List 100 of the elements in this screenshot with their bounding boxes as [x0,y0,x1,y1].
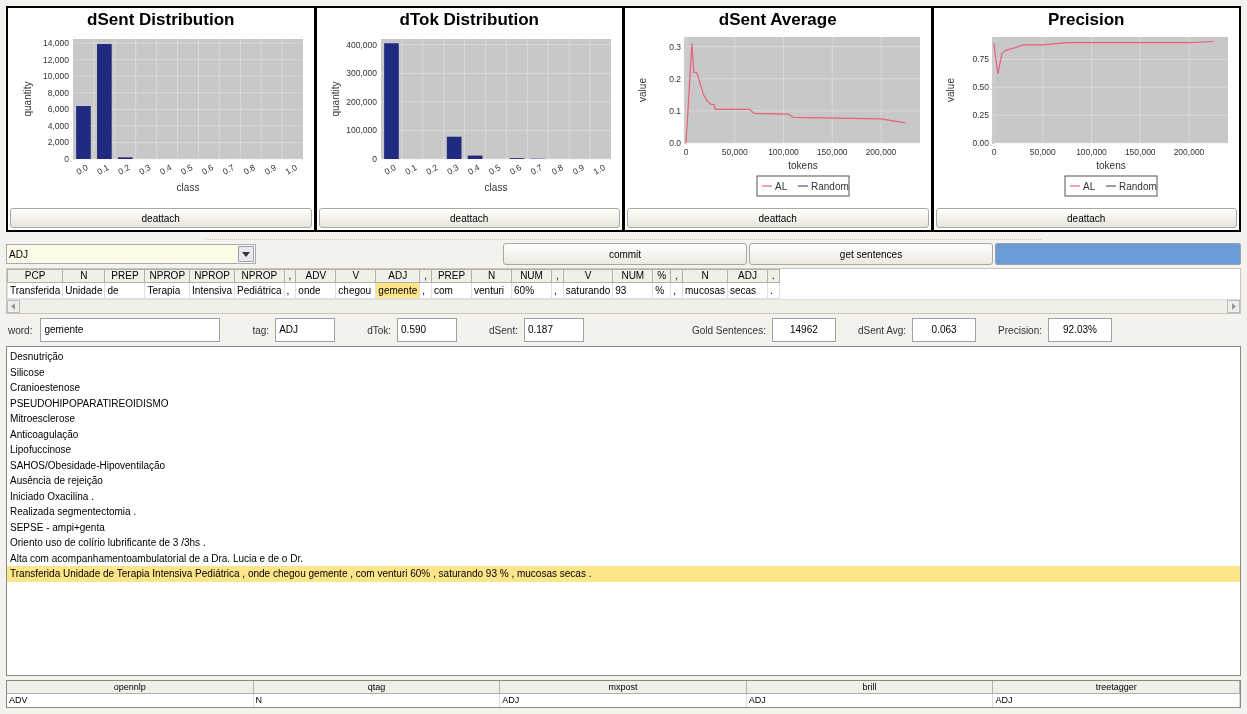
sentence-item[interactable]: Desnutrição [7,349,1240,365]
column-header: treetagger [993,681,1240,694]
chart-title: dTok Distribution [399,9,539,31]
get-sentences-button[interactable]: get sentences [749,243,993,265]
tick-label: 0.5 [178,162,194,177]
tick-label: 0.1 [95,162,111,177]
tick-label: 6,000 [47,104,69,115]
tag-dropdown[interactable]: ADJ [6,244,256,264]
column-header: PREP [105,269,145,283]
sentence-item[interactable]: Silicose [7,364,1240,380]
tick-label: 0.7 [529,162,545,177]
tick-label: 200,000 [865,147,897,157]
column-header: , [284,269,296,283]
table-cell: ADJ [500,694,747,707]
axis-title: quantity [21,81,33,117]
legend-label: Random [1119,181,1158,192]
chart-title: Precision [1047,9,1125,31]
tick-label: 0.9 [570,162,587,177]
tick-label: 0.0 [382,162,398,177]
column-header: NUM [612,269,653,283]
sentence-item[interactable]: Lipofuccinose [7,442,1240,458]
sentence-item[interactable]: Cranioestenose [7,380,1240,396]
input-field[interactable]: gemente [40,318,221,342]
tick-label: 0 [991,147,997,157]
sentence-item[interactable]: SEPSE - ampi+genta [7,519,1240,535]
sentence-item[interactable]: Alta com acompanhamentoambulatorial de a Dra. Lucia e de o Dr. [7,550,1240,566]
tick-label: 0 [372,154,378,164]
tick-label: 0.1 [668,105,681,116]
tick-label: 0.4 [157,162,174,177]
token-cell[interactable]: , [284,282,296,299]
column-header: mxpost [500,681,747,694]
field-label: dSent Avg: [857,323,907,338]
deattach-button[interactable]: deattach [935,208,1237,228]
input-field[interactable]: 0.063 [912,318,977,342]
input-field[interactable]: ADJ [275,318,336,342]
column-header: NUM [511,269,552,283]
sentence-item[interactable]: Iniciado Oxacilina . [7,488,1240,504]
deattach-button[interactable]: deattach [627,208,929,228]
tick-label: 50,000 [721,147,748,157]
tick-label: 150,000 [1125,147,1156,157]
tick-label: 0.0 [74,162,90,177]
column-header: ADJ [375,269,420,283]
tick-label: 100,000 [346,125,378,136]
bar [447,136,462,159]
sentence-item[interactable]: Oriento uso de colírio lubrificante de 3 /3hs . [7,535,1240,551]
sentence-item[interactable]: PSEUDOHIPOPARATIREOIDISMO [7,395,1240,411]
tick-label: 0.6 [508,162,524,177]
tick-label: 0.6 [199,162,215,177]
column-header: ADV [295,269,336,283]
tick-label: 12,000 [42,54,69,65]
sentence-item[interactable]: Realizada segmentectomia . [7,504,1240,520]
tick-label: 8,000 [47,87,69,98]
sentence-item[interactable]: SAHOS/Obesidade-Hipoventilação [7,457,1240,473]
column-header: N [471,269,512,283]
table-cell: ADJ [746,694,994,707]
table-cell: ADV [7,694,254,707]
tick-label: 2,000 [47,137,69,148]
deattach-button[interactable]: deattach [318,208,620,228]
scroll-left-button[interactable] [7,300,20,313]
tick-label: 0.8 [241,162,257,177]
input-field[interactable]: 92.03% [1048,318,1112,342]
tick-label: 1.0 [283,162,299,177]
chart-title: dSent Average [718,9,837,31]
input-field[interactable]: 14962 [771,318,836,342]
table-cell: ADJ [993,694,1240,707]
tick-label: 0.2 [116,162,132,177]
field-label: dTok: [367,323,392,338]
table-cell: N [253,694,501,707]
sentence-item[interactable]: Transferida Unidade de Terapia Intensiva Pediátrica , onde chegou gemente , com venturi 60% , saturando 93 % , mucosas secas . [7,566,1240,582]
token-cell[interactable]: , [419,282,432,299]
field-label: word: [8,323,33,338]
tick-label: 14,000 [42,38,69,49]
column-header: ADJ [727,269,768,283]
tick-label: 0.0 [668,138,681,148]
input-field[interactable]: 0.590 [397,318,458,342]
axis-title: value [636,78,648,102]
column-header: V [563,269,613,283]
tick-label: 200,000 [346,96,378,107]
sentence-item[interactable]: Ausência de rejeição [7,473,1240,489]
column-header: brill [746,681,994,694]
tick-label: 50,000 [1030,147,1056,157]
scroll-right-button[interactable] [1227,300,1240,313]
column-header: PREP [431,269,472,283]
tick-label: 0.2 [424,162,440,177]
field-label: Precision: [998,323,1042,338]
sentence-item[interactable]: Anticoagulação [7,426,1240,442]
dropdown-value: ADJ [8,247,29,262]
tick-label: 0 [683,147,689,157]
field-label: tag: [252,323,270,338]
tick-label: 0.00 [972,138,990,148]
axis-title: class [176,182,200,193]
deattach-button[interactable]: deattach [10,208,312,228]
tick-label: 0.3 [668,41,681,52]
column-header: NPROP [234,269,285,283]
tick-label: 0.50 [972,82,990,93]
tick-label: 0.75 [972,54,990,65]
commit-button[interactable]: commit [503,243,747,265]
input-field[interactable]: 0.187 [523,318,584,342]
sentence-item[interactable]: Mitroesclerose [7,411,1240,427]
column-header: NPROP [189,269,235,283]
